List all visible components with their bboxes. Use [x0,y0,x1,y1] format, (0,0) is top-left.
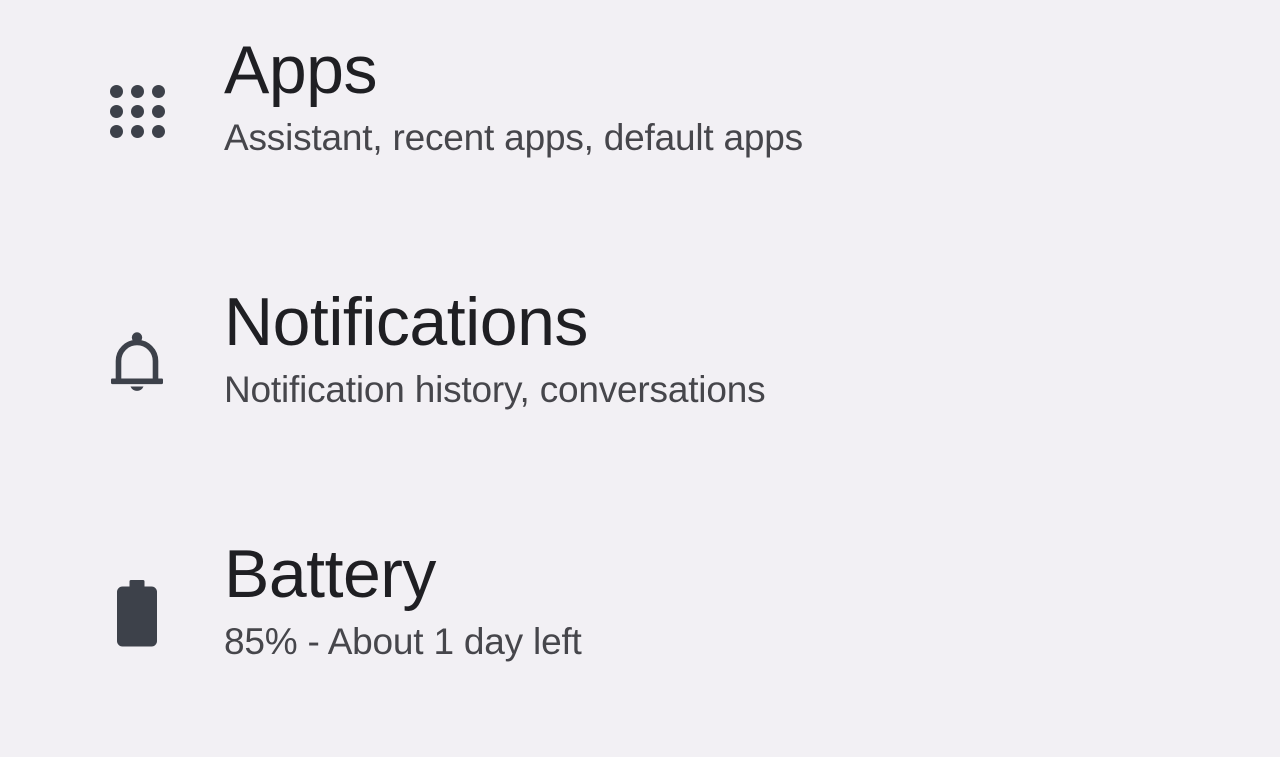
apps-grid-icon [110,85,166,138]
apps-grid-dot [152,85,165,98]
settings-row-notifications[interactable]: Notifications Notification history, conv… [0,282,1280,482]
settings-list: Apps Assistant, recent apps, default app… [0,0,1280,757]
settings-row-apps[interactable]: Apps Assistant, recent apps, default app… [0,30,1280,230]
notifications-icon-container [96,282,196,442]
apps-grid-dot [152,125,165,138]
settings-row-subtitle-notifications: Notification history, conversations [224,369,766,410]
apps-grid-dot [110,105,123,118]
battery-text-container: Battery 85% - About 1 day left [224,534,1280,667]
settings-row-subtitle-battery: 85% - About 1 day left [224,621,582,662]
battery-icon-container [96,534,196,694]
settings-row-battery[interactable]: Battery 85% - About 1 day left [0,534,1280,734]
bell-icon [106,328,168,398]
apps-grid-dot [152,105,165,118]
settings-row-title-apps: Apps [224,32,378,108]
settings-row-subtitle-apps: Assistant, recent apps, default apps [224,117,803,158]
apps-icon-container [96,30,196,190]
battery-icon [106,578,168,654]
apps-grid-dot [131,85,144,98]
notifications-text-container: Notifications Notification history, conv… [224,282,1280,415]
apps-grid-dot [110,125,123,138]
apps-text-container: Apps Assistant, recent apps, default app… [224,30,1280,163]
settings-row-title-notifications: Notifications [224,284,588,360]
apps-grid-dot [110,85,123,98]
settings-screen: Apps Assistant, recent apps, default app… [0,0,1280,757]
apps-grid-dot [131,125,144,138]
settings-row-title-battery: Battery [224,536,436,612]
apps-grid-dot [131,105,144,118]
